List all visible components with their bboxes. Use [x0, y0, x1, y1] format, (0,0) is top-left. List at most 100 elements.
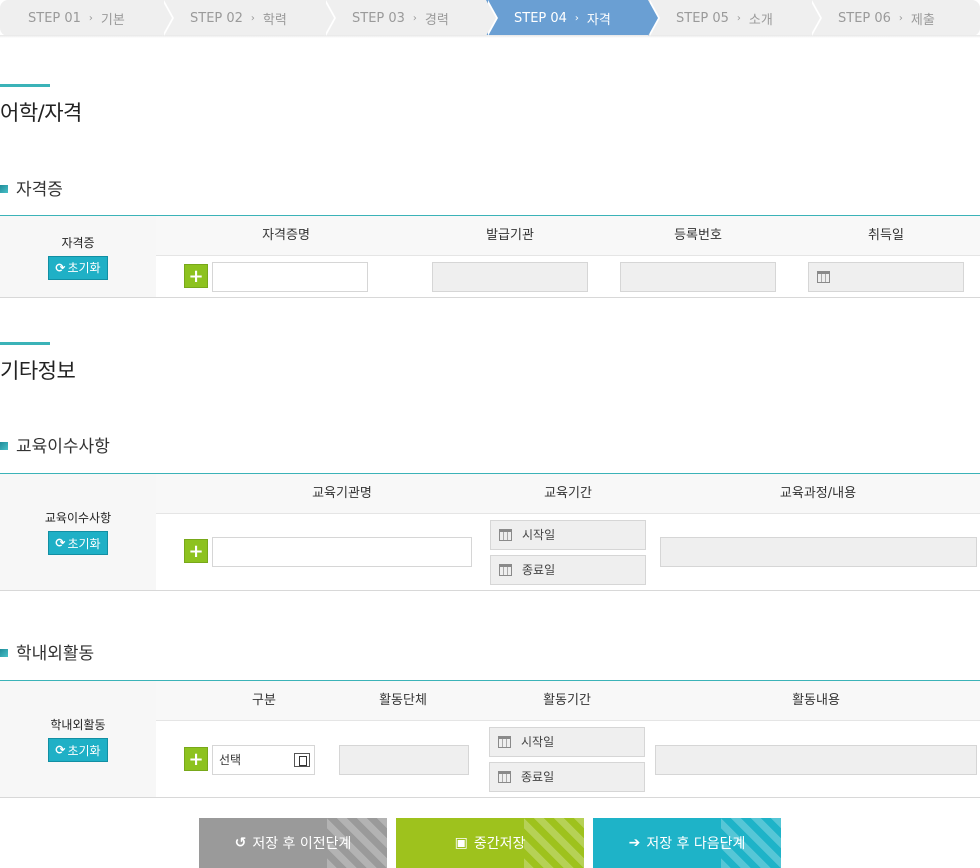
- calendar-icon: [499, 529, 512, 541]
- acquired-date-input[interactable]: [808, 262, 964, 292]
- add-row-button[interactable]: +: [184, 264, 208, 288]
- edu-start-date-input[interactable]: 시작일: [490, 520, 646, 550]
- step-number: STEP 03: [352, 10, 405, 26]
- refresh-icon: ⟳: [55, 260, 66, 275]
- intermediate-save-button[interactable]: ▣ 중간저장: [396, 818, 584, 868]
- bullet-square-icon: [0, 649, 8, 657]
- table-side-cell: 자격증 ⟳ 초기화: [0, 216, 156, 297]
- select-value: 선택: [219, 753, 242, 767]
- step-03[interactable]: STEP 03 › 경력: [324, 0, 498, 36]
- table-side-cell: 학내외활동 ⟳ 초기화: [0, 681, 156, 797]
- step-05[interactable]: STEP 05 › 소개: [648, 0, 822, 36]
- start-date-placeholder: 시작일: [522, 528, 556, 542]
- subsection-title: 학내외활동: [16, 644, 95, 664]
- bullet-square-icon: [0, 185, 8, 193]
- reset-button[interactable]: ⟳ 초기화: [48, 738, 108, 762]
- reset-label: 초기화: [67, 743, 101, 758]
- section-title-language: 어학/자격: [0, 101, 82, 125]
- category-select[interactable]: 선택: [212, 745, 315, 775]
- activity-content-input[interactable]: [655, 745, 977, 775]
- start-date-placeholder: 시작일: [521, 735, 555, 749]
- button-pattern: [721, 818, 781, 868]
- reset-button[interactable]: ⟳ 초기화: [48, 531, 108, 555]
- edu-end-date-input[interactable]: 종료일: [490, 555, 646, 585]
- save-and-prev-button[interactable]: ↺ 저장 후 이전단계: [199, 818, 387, 868]
- save-label: 중간저장: [473, 836, 526, 852]
- step-label: 제출: [910, 12, 935, 28]
- course-input[interactable]: [660, 537, 977, 567]
- step-number: STEP 01: [28, 10, 81, 26]
- step-04-active[interactable]: STEP 04 › 자격: [486, 0, 660, 36]
- floppy-disk-icon: ▣: [454, 835, 468, 851]
- header-period: 교육기간: [544, 486, 592, 501]
- table-header: 교육기관명 교육기간 교육과정/내용: [156, 474, 980, 514]
- end-date-placeholder: 종료일: [521, 770, 555, 784]
- step-navigation: STEP 01 › 기본 STEP 02 › 학력 STEP 03 › 경력 STEP 04…: [0, 0, 980, 36]
- cert-name-input[interactable]: [212, 262, 368, 292]
- section-title-other: 기타정보: [0, 359, 76, 383]
- step-number: STEP 04: [514, 10, 567, 26]
- header-activity-content: 활동내용: [792, 693, 840, 708]
- save-and-next-button[interactable]: ➔ 저장 후 다음단계: [593, 818, 781, 868]
- step-separator: ›: [898, 12, 903, 24]
- header-institution: 교육기관명: [312, 486, 372, 501]
- side-label: 교육이수사항: [44, 511, 112, 525]
- step-number: STEP 05: [676, 10, 729, 26]
- subsection-title: 교육이수사항: [16, 437, 110, 457]
- institution-input[interactable]: [212, 537, 472, 567]
- education-table: 교육이수사항 ⟳ 초기화 교육기관명 교육기간 교육과정/내용 + 시작일 종료일: [0, 473, 980, 591]
- step-separator: ›: [250, 12, 255, 24]
- header-issuer: 발급기관: [486, 228, 534, 243]
- step-number: STEP 06: [838, 10, 891, 26]
- table-header: 구분 활동단체 활동기간 활동내용: [156, 681, 980, 721]
- undo-icon: ↺: [234, 835, 247, 851]
- subsection-education: 교육이수사항: [0, 432, 110, 457]
- subsection-certificate: 자격증: [0, 175, 63, 200]
- act-end-date-input[interactable]: 종료일: [489, 762, 645, 792]
- issuer-input[interactable]: [432, 262, 588, 292]
- refresh-icon: ⟳: [55, 743, 66, 757]
- step-separator: ›: [574, 12, 579, 24]
- step-label: 경력: [424, 12, 449, 28]
- step-separator: ›: [736, 12, 741, 24]
- end-date-placeholder: 종료일: [522, 563, 556, 577]
- step-label: 학력: [262, 12, 287, 28]
- step-02[interactable]: STEP 02 › 학력: [162, 0, 336, 36]
- header-reg-number: 등록번호: [674, 228, 722, 243]
- subsection-title: 자격증: [16, 180, 63, 200]
- reset-label: 초기화: [67, 536, 101, 551]
- header-acquired-date: 취득일: [868, 228, 904, 243]
- step-label: 자격: [586, 12, 611, 28]
- header-course: 교육과정/내용: [779, 486, 857, 501]
- step-01[interactable]: STEP 01 › 기본: [0, 0, 174, 36]
- side-label: 학내외활동: [50, 718, 106, 732]
- add-row-button[interactable]: +: [184, 539, 208, 563]
- section-accent-bar: [0, 84, 50, 87]
- button-pattern: [524, 818, 584, 868]
- section-accent-bar: [0, 342, 50, 345]
- header-category: 구분: [252, 693, 276, 708]
- button-pattern: [327, 818, 387, 868]
- reset-button[interactable]: ⟳ 초기화: [48, 255, 108, 280]
- step-06[interactable]: STEP 06 › 제출: [810, 0, 980, 36]
- step-separator: ›: [88, 12, 93, 24]
- certificate-table: 자격증 ⟳ 초기화 자격증명 발급기관 등록번호 취득일 +: [0, 215, 980, 298]
- header-activity-period: 활동기간: [543, 693, 591, 708]
- calendar-icon: [498, 736, 511, 748]
- step-number: STEP 02: [190, 10, 243, 26]
- bullet-square-icon: [0, 442, 8, 450]
- step-label: 소개: [748, 12, 773, 28]
- reg-number-input[interactable]: [620, 262, 776, 292]
- header-cert-name: 자격증명: [262, 228, 310, 243]
- table-side-cell: 교육이수사항 ⟳ 초기화: [0, 474, 156, 590]
- refresh-icon: ⟳: [55, 536, 66, 550]
- side-label: 자격증: [61, 235, 95, 250]
- dropdown-icon: [294, 753, 310, 767]
- organization-input[interactable]: [339, 745, 469, 775]
- header-organization: 활동단체: [379, 693, 427, 708]
- act-start-date-input[interactable]: 시작일: [489, 727, 645, 757]
- calendar-icon: [498, 771, 511, 783]
- calendar-icon: [817, 271, 830, 283]
- add-row-button[interactable]: +: [184, 747, 208, 771]
- activities-table: 학내외활동 ⟳ 초기화 구분 활동단체 활동기간 활동내용 + 선택 시작일 종료…: [0, 680, 980, 798]
